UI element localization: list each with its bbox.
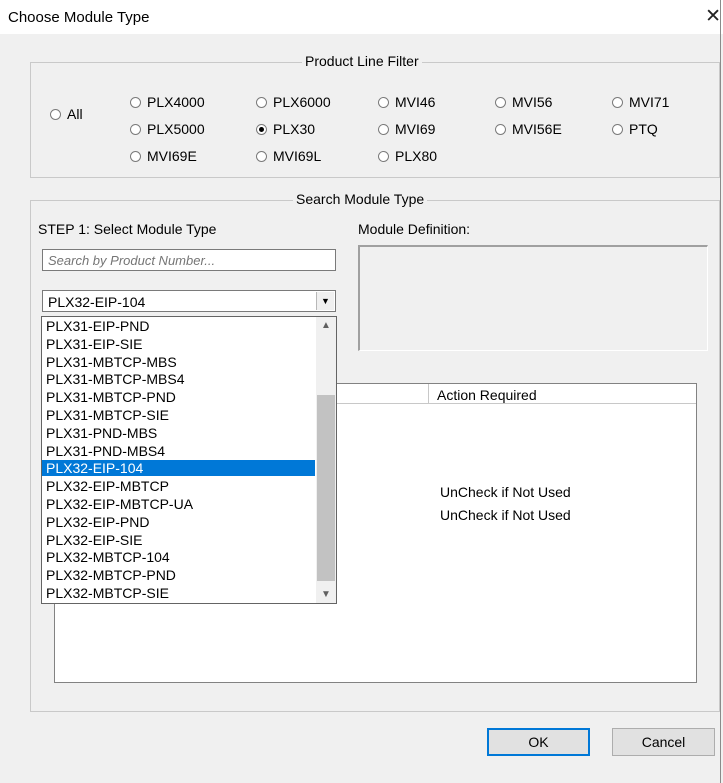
combo-value: PLX32-EIP-104	[48, 294, 146, 310]
radio-mvi71[interactable]: MVI71	[612, 94, 669, 110]
dropdown-option[interactable]: PLX31-MBTCP-MBS4	[42, 371, 315, 387]
radio-mvi69l-indicator[interactable]	[256, 150, 267, 162]
radio-ptq-indicator[interactable]	[612, 123, 623, 135]
radio-mvi69-indicator[interactable]	[378, 123, 389, 135]
table-header-action[interactable]: Action Required	[428, 384, 696, 404]
radio-plx6000[interactable]: PLX6000	[256, 94, 331, 110]
radio-plx6000-indicator[interactable]	[256, 96, 267, 108]
radio-plx4000-indicator[interactable]	[130, 96, 141, 108]
ok-button[interactable]: OK	[487, 728, 590, 756]
dropdown-option[interactable]: PLX31-PND-MBS4	[42, 443, 315, 459]
radio-mvi56e-label: MVI56E	[512, 121, 562, 137]
dropdown-scrollbar[interactable]: ▲ ▼	[316, 317, 336, 603]
radio-plx80[interactable]: PLX80	[378, 148, 437, 164]
table-row-action: UnCheck if Not Used	[440, 484, 571, 500]
radio-mvi56[interactable]: MVI56	[495, 94, 552, 110]
dropdown-option[interactable]: PLX32-MBTCP-SIE	[42, 585, 315, 601]
radio-ptq-label: PTQ	[629, 121, 658, 137]
dropdown-option[interactable]: PLX32-EIP-MBTCP	[42, 478, 315, 494]
dropdown-option[interactable]: PLX31-EIP-SIE	[42, 336, 315, 352]
dropdown-option[interactable]: PLX32-MBTCP-104	[42, 549, 315, 565]
cancel-button[interactable]: Cancel	[612, 728, 715, 756]
radio-plx30[interactable]: PLX30	[256, 121, 315, 137]
radio-plx30-label: PLX30	[273, 121, 316, 137]
dropdown-option[interactable]: PLX31-EIP-PND	[42, 318, 315, 334]
search-input[interactable]	[42, 249, 336, 271]
dropdown-option[interactable]: PLX32-EIP-MBTCP-UA	[42, 496, 315, 512]
scrollbar-thumb[interactable]	[317, 395, 335, 581]
dropdown-option[interactable]: PLX31-MBTCP-SIE	[42, 407, 315, 423]
product-line-filter-legend: Product Line Filter	[302, 53, 422, 69]
radio-all[interactable]: All	[50, 106, 83, 122]
radio-mvi69-label: MVI69	[395, 121, 436, 137]
dropdown-option[interactable]: PLX32-MBTCP-PND	[42, 567, 315, 583]
radio-mvi69l-label: MVI69L	[273, 148, 322, 164]
search-module-type-legend: Search Module Type	[293, 191, 428, 207]
radio-mvi46-indicator[interactable]	[378, 96, 389, 108]
module-definition-box	[358, 245, 708, 351]
radio-mvi71-label: MVI71	[629, 94, 670, 110]
table-row-action: UnCheck if Not Used	[440, 507, 571, 523]
scroll-up-icon[interactable]: ▲	[316, 317, 336, 334]
radio-plx80-indicator[interactable]	[378, 150, 389, 162]
radio-all-label: All	[67, 106, 83, 122]
radio-mvi46[interactable]: MVI46	[378, 94, 435, 110]
radio-plx5000-label: PLX5000	[147, 121, 205, 137]
module-type-dropdown-list[interactable]: PLX31-EIP-PND PLX31-EIP-SIE PLX31-MBTCP-MB…	[41, 316, 337, 604]
window-title: Choose Module Type	[8, 9, 150, 26]
radio-mvi69l[interactable]: MVI69L	[256, 148, 321, 164]
dropdown-option[interactable]: PLX31-PND-MBS	[42, 425, 315, 441]
chevron-down-icon[interactable]: ▼	[316, 292, 334, 310]
radio-mvi56e[interactable]: MVI56E	[495, 121, 562, 137]
radio-plx80-label: PLX80	[395, 148, 438, 164]
radio-mvi56-indicator[interactable]	[495, 96, 506, 108]
radio-mvi69e-label: MVI69E	[147, 148, 197, 164]
scroll-down-icon[interactable]: ▼	[316, 586, 336, 603]
dropdown-option[interactable]: PLX32-EIP-104	[42, 460, 315, 477]
radio-mvi69e[interactable]: MVI69E	[130, 148, 197, 164]
module-type-combo[interactable]: PLX32-EIP-104 ▼	[42, 290, 336, 312]
dropdown-option[interactable]: PLX32-EIP-PND	[42, 514, 315, 530]
module-definition-label: Module Definition:	[358, 221, 471, 237]
radio-mvi71-indicator[interactable]	[612, 96, 623, 108]
dropdown-option[interactable]: PLX31-MBTCP-PND	[42, 389, 315, 405]
dropdown-option[interactable]: PLX31-MBTCP-MBS	[42, 354, 315, 370]
radio-mvi69[interactable]: MVI69	[378, 121, 435, 137]
radio-plx5000-indicator[interactable]	[130, 123, 141, 135]
window-border	[720, 0, 721, 783]
radio-plx4000[interactable]: PLX4000	[130, 94, 205, 110]
radio-mvi69e-indicator[interactable]	[130, 150, 141, 162]
step1-label: STEP 1: Select Module Type	[38, 221, 217, 237]
radio-plx30-indicator[interactable]	[256, 123, 267, 135]
radio-plx4000-label: PLX4000	[147, 94, 205, 110]
radio-plx6000-label: PLX6000	[273, 94, 331, 110]
radio-mvi56-label: MVI56	[512, 94, 553, 110]
radio-mvi46-label: MVI46	[395, 94, 436, 110]
dropdown-option[interactable]: PLX32-EIP-SIE	[42, 532, 315, 548]
radio-plx5000[interactable]: PLX5000	[130, 121, 205, 137]
radio-ptq[interactable]: PTQ	[612, 121, 658, 137]
radio-mvi56e-indicator[interactable]	[495, 123, 506, 135]
close-icon[interactable]: ✕	[705, 5, 721, 28]
radio-all-indicator[interactable]	[50, 108, 61, 120]
